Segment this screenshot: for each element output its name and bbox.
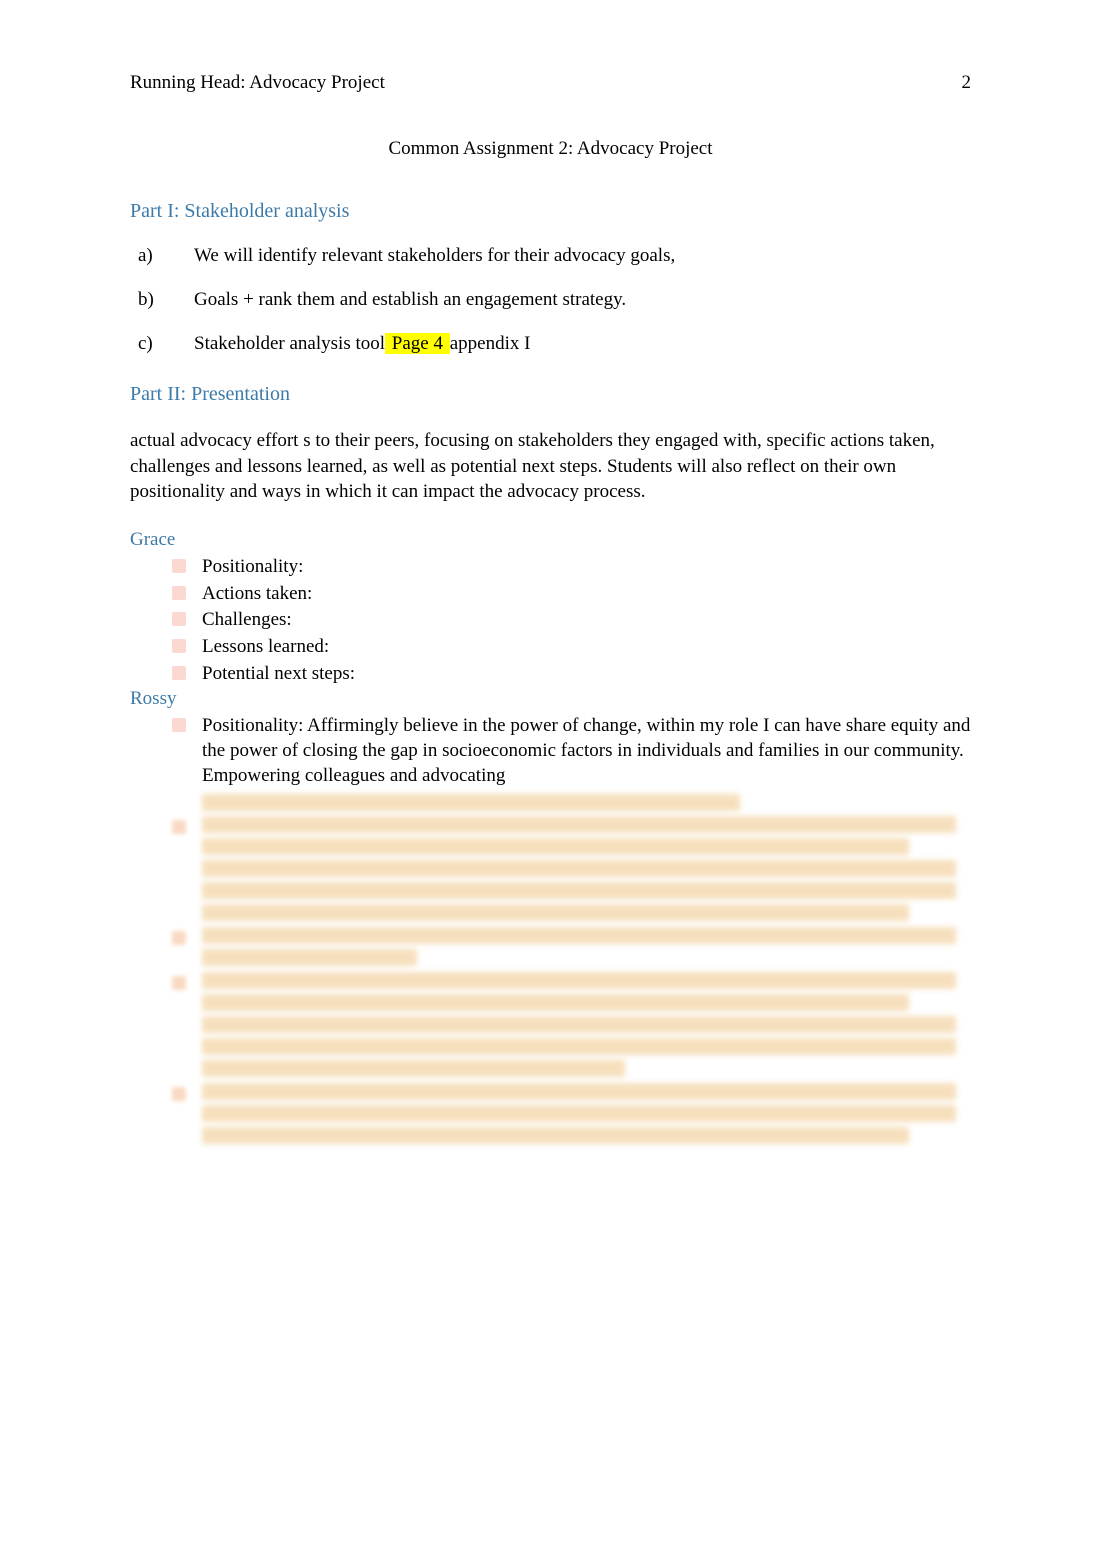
blurred-line [202, 1016, 956, 1033]
list-item: Lessons learned: [202, 635, 971, 660]
list-item: b)Goals + rank them and establish an eng… [166, 289, 971, 311]
document-title: Common Assignment 2: Advocacy Project [130, 138, 971, 160]
blurred-line [202, 927, 956, 944]
list-marker: a) [166, 245, 194, 267]
list-marker: b) [166, 289, 194, 311]
list-item: a)We will identify relevant stakeholders… [166, 245, 971, 267]
blurred-bullet [202, 972, 971, 1077]
list-item-text: Actions taken: [202, 583, 312, 604]
document-page: Running Head: Advocacy Project 2 Common … [0, 0, 1101, 1210]
list-item-text: Goals + rank them and establish an engag… [194, 289, 626, 310]
page-number: 2 [962, 72, 972, 94]
blurred-content [130, 794, 971, 1144]
blurred-line [202, 838, 909, 855]
blurred-line [202, 1105, 956, 1122]
list-item-text: We will identify relevant stakeholders f… [194, 245, 675, 266]
blurred-line [202, 1038, 956, 1055]
list-item-text: Positionality: [202, 556, 303, 577]
blurred-line [202, 949, 417, 966]
blurred-line [202, 816, 956, 833]
blurred-line [202, 1127, 909, 1144]
list-item-text-after: appendix I [450, 333, 531, 354]
grace-heading: Grace [130, 529, 971, 551]
blurred-line [202, 860, 956, 877]
blurred-bullet [202, 1083, 971, 1144]
list-item: Challenges: [202, 608, 971, 633]
list-item: Actions taken: [202, 582, 971, 607]
list-marker: c) [166, 333, 194, 355]
list-item: Potential next steps: [202, 662, 971, 687]
rossy-heading: Rossy [130, 688, 971, 710]
blurred-line [202, 972, 956, 989]
blurred-line [202, 794, 740, 811]
running-head: Running Head: Advocacy Project 2 [130, 72, 971, 94]
part-one-heading: Part I: Stakeholder analysis [130, 200, 971, 223]
blurred-line [202, 904, 909, 921]
blurred-line [202, 882, 956, 899]
list-item-text-before: Stakeholder analysis tool [194, 333, 385, 354]
highlighted-text: Page 4 [385, 333, 450, 354]
list-item: c)Stakeholder analysis tool Page 4 appen… [166, 333, 971, 355]
blurred-bullet [202, 927, 971, 966]
part-two-heading: Part II: Presentation [130, 383, 971, 406]
grace-list: Positionality: Actions taken: Challenges… [130, 555, 971, 686]
blurred-bullet [202, 816, 971, 921]
blurred-line [202, 994, 909, 1011]
part-two-paragraph: actual advocacy effort s to their peers,… [130, 428, 971, 505]
list-item-text: Potential next steps: [202, 663, 355, 684]
part-one-list: a)We will identify relevant stakeholders… [130, 245, 971, 355]
list-item: Positionality: Affirmingly believe in th… [202, 714, 971, 788]
list-item: Positionality: [202, 555, 971, 580]
list-item-text: Lessons learned: [202, 636, 329, 657]
list-item-text: Challenges: [202, 609, 292, 630]
list-item-text: Positionality: Affirmingly believe in th… [202, 715, 970, 785]
running-head-text: Running Head: Advocacy Project [130, 72, 385, 94]
rossy-list: Positionality: Affirmingly believe in th… [130, 714, 971, 788]
blurred-line [202, 1083, 956, 1100]
blurred-line [202, 1060, 625, 1077]
